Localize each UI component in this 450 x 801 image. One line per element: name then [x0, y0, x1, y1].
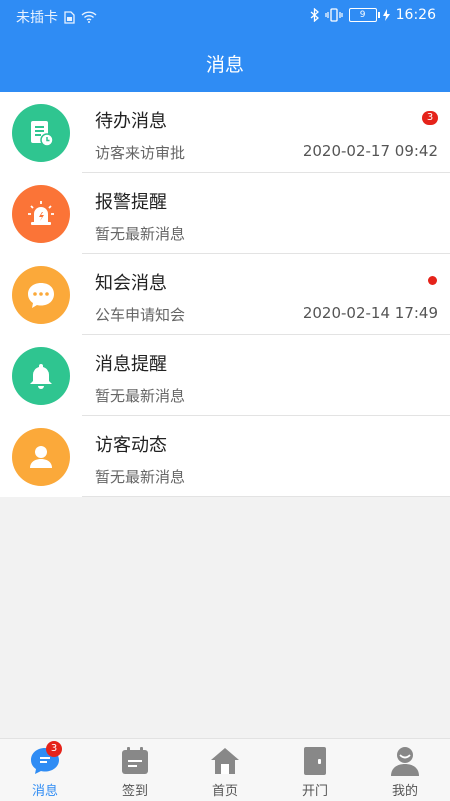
- message-preview: 访客来访审批: [95, 144, 186, 162]
- sim-card-icon: [64, 10, 75, 24]
- message-title: 消息提醒: [95, 354, 167, 375]
- unread-count-badge: 3: [422, 111, 438, 125]
- message-item-visitor[interactable]: 访客动态 暂无最新消息: [0, 416, 450, 497]
- tab-label: 我的: [391, 784, 418, 799]
- tab-label: 消息: [31, 784, 58, 799]
- message-item-reminder[interactable]: 消息提醒 暂无最新消息: [0, 335, 450, 416]
- document-clock-icon: [31, 121, 54, 147]
- alarm-avatar: [12, 185, 70, 243]
- home-icon: [211, 748, 239, 774]
- unread-dot: [428, 276, 437, 285]
- tab-label: 签到: [121, 784, 148, 799]
- page-title: 消息: [205, 54, 244, 76]
- tab-open-door[interactable]: 开门: [270, 739, 360, 801]
- alarm-siren-icon: [28, 201, 54, 225]
- message-preview: 暂无最新消息: [95, 225, 186, 243]
- message-preview: 暂无最新消息: [95, 468, 186, 486]
- app-header: 未插卡 9 16:26 消息: [0, 0, 450, 92]
- message-preview: 公车申请知会: [95, 306, 186, 324]
- bottom-tab-bar: 3 消息 签到 首页 开门 我的: [0, 738, 450, 801]
- person-icon: [30, 446, 52, 468]
- wifi-icon: [81, 11, 97, 23]
- divider: [82, 496, 450, 497]
- tab-home[interactable]: 首页: [180, 739, 270, 801]
- message-title: 待办消息: [95, 111, 167, 132]
- bell-icon: [30, 364, 52, 389]
- tab-label: 首页: [211, 784, 238, 799]
- message-list: 待办消息 3 访客来访审批 2020-02-17 09:42 报警提醒 暂无最新…: [0, 92, 450, 497]
- tab-label: 开门: [301, 784, 328, 799]
- door-icon: [304, 747, 326, 775]
- message-item-todo[interactable]: 待办消息 3 访客来访审批 2020-02-17 09:42: [0, 92, 450, 173]
- message-time: 2020-02-17 09:42: [302, 142, 438, 160]
- message-title: 报警提醒: [95, 192, 167, 213]
- message-time: 2020-02-14 17:49: [302, 304, 438, 322]
- visitor-avatar: [12, 428, 70, 486]
- tab-messages[interactable]: 3 消息: [0, 739, 90, 801]
- todo-avatar: [12, 104, 70, 162]
- status-bar: 未插卡 9 16:26: [0, 0, 450, 32]
- user-icon: [391, 747, 419, 776]
- tab-profile[interactable]: 我的: [360, 739, 450, 801]
- tab-checkin[interactable]: 签到: [90, 739, 180, 801]
- message-title: 知会消息: [95, 273, 167, 294]
- message-item-alarm[interactable]: 报警提醒 暂无最新消息: [0, 173, 450, 254]
- carrier-text: 未插卡: [16, 10, 58, 26]
- message-title: 访客动态: [95, 435, 167, 456]
- notice-avatar: [12, 266, 70, 324]
- chat-bubble-icon: [28, 283, 54, 308]
- reminder-avatar: [12, 347, 70, 405]
- battery-icon: 9: [348, 8, 380, 22]
- charging-icon: [382, 9, 390, 21]
- message-item-notice[interactable]: 知会消息 公车申请知会 2020-02-14 17:49: [0, 254, 450, 335]
- message-preview: 暂无最新消息: [95, 387, 186, 405]
- tab-unread-badge: 3: [46, 741, 62, 757]
- vibrate-icon: [325, 8, 343, 22]
- calendar-icon: [122, 747, 148, 774]
- bluetooth-icon: [310, 8, 319, 22]
- clock-time: 16:26: [395, 7, 436, 23]
